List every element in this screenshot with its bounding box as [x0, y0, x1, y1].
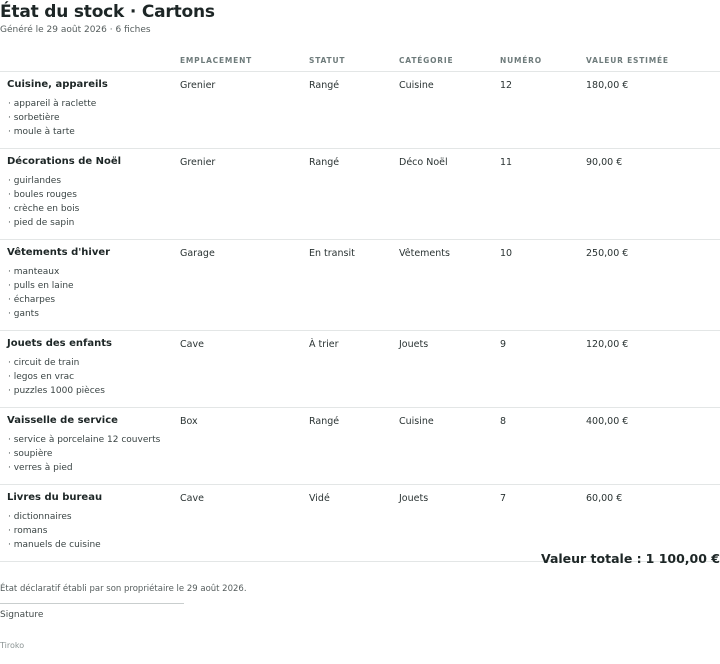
cell-value: 250,00 €: [586, 248, 629, 259]
cell-value: 180,00 €: [586, 80, 629, 91]
column-header-location: EMPLACEMENT: [180, 56, 253, 65]
box-contents-list: circuit de trainlegos en vracpuzzles 100…: [8, 356, 105, 398]
column-header-status: STATUT: [309, 56, 346, 65]
cell-location: Grenier: [180, 157, 216, 168]
signature-line: [0, 603, 184, 604]
cell-location: Cave: [180, 339, 204, 350]
box-name: Livres du bureau: [7, 492, 103, 503]
list-item: verres à pied: [8, 461, 160, 475]
cell-number: 10: [500, 248, 513, 259]
cell-location: Cave: [180, 493, 204, 504]
list-item: manteaux: [8, 265, 74, 279]
box-name: Décorations de Noël: [7, 156, 122, 167]
inventory-table: EMPLACEMENT STATUT CATÉGORIE NUMÉRO VALE…: [0, 50, 720, 562]
cell-status: Vidé: [309, 493, 330, 504]
cell-category: Cuisine: [399, 80, 434, 91]
cell-status: Rangé: [309, 157, 340, 168]
total-value: Valeur totale :1 100,00 €: [541, 551, 720, 566]
list-item: sorbetière: [8, 111, 96, 125]
box-name: Vêtements d'hiver: [7, 247, 111, 258]
box-name: Vaisselle de service: [7, 415, 118, 426]
cell-category: Jouets: [399, 493, 429, 504]
table-row: Jouets des enfants circuit de trainlegos …: [0, 331, 720, 408]
list-item: écharpes: [8, 293, 74, 307]
table-row: Vaisselle de service service à porcelaine…: [0, 408, 720, 485]
list-item: pied de sapin: [8, 216, 79, 230]
cell-category: Cuisine: [399, 416, 434, 427]
list-item: moule à tarte: [8, 125, 96, 139]
total-label: Valeur totale :: [540, 551, 642, 566]
cell-category: Jouets: [399, 339, 429, 350]
brand-name: Tiroko: [0, 641, 25, 650]
box-contents-list: manteauxpulls en laineécharpesgants: [8, 265, 74, 321]
list-item: manuels de cuisine: [8, 538, 101, 552]
list-item: dictionnaires: [8, 510, 101, 524]
cell-status: À trier: [309, 339, 339, 350]
cell-status: Rangé: [309, 416, 340, 427]
list-item: service à porcelaine 12 couverts: [8, 433, 161, 447]
list-item: guirlandes: [8, 174, 79, 188]
box-name: Cuisine, appareils: [7, 79, 108, 90]
cell-status: En transit: [309, 248, 355, 259]
table-row: Cuisine, appareils appareil à raclettesor…: [0, 72, 720, 149]
cell-status: Rangé: [309, 80, 340, 91]
cell-number: 8: [500, 416, 507, 427]
list-item: romans: [8, 524, 101, 538]
box-contents-list: service à porcelaine 12 couvertssoupière…: [8, 433, 161, 475]
column-header-number: NUMÉRO: [500, 56, 542, 65]
cell-category: Vêtements: [399, 248, 450, 259]
cell-location: Grenier: [180, 80, 216, 91]
box-name: Jouets des enfants: [7, 338, 112, 349]
list-item: pulls en laine: [8, 279, 74, 293]
total-amount: 1 100,00 €: [645, 551, 720, 566]
cell-number: 12: [500, 80, 513, 91]
column-header-value: VALEUR ESTIMÉE: [586, 56, 669, 65]
list-item: legos en vrac: [8, 370, 105, 384]
box-contents-list: dictionnairesromansmanuels de cuisine: [8, 510, 101, 552]
list-item: appareil à raclette: [8, 97, 97, 111]
cell-category: Déco Noël: [399, 157, 448, 168]
cell-value: 400,00 €: [586, 416, 629, 427]
table-header: EMPLACEMENT STATUT CATÉGORIE NUMÉRO VALE…: [0, 50, 720, 72]
table-body: Cuisine, appareils appareil à raclettesor…: [0, 72, 720, 562]
cell-value: 60,00 €: [586, 493, 623, 504]
cell-number: 9: [500, 339, 507, 350]
cell-number: 11: [500, 157, 513, 168]
cell-location: Box: [180, 416, 198, 427]
list-item: soupière: [8, 447, 160, 461]
signature-label: Signature: [0, 610, 44, 620]
table-row: Décorations de Noël guirlandesboules roug…: [0, 149, 720, 240]
page-subtitle: Généré le 29 août 2026 · 6 fiches: [0, 25, 151, 35]
page-title: État du stock · Cartons: [0, 2, 215, 22]
cell-value: 120,00 €: [586, 339, 629, 350]
cell-value: 90,00 €: [586, 157, 623, 168]
cell-number: 7: [500, 493, 507, 504]
list-item: crèche en bois: [8, 202, 80, 216]
list-item: circuit de train: [8, 356, 105, 370]
table-row: Vêtements d'hiver manteauxpulls en laineé…: [0, 240, 720, 331]
list-item: boules rouges: [8, 188, 79, 202]
list-item: puzzles 1000 pièces: [8, 384, 105, 398]
box-contents-list: appareil à raclettesorbetièremoule à tar…: [8, 97, 97, 139]
declaration-text: État déclaratif établi par son propriéta…: [0, 584, 247, 594]
list-item: gants: [8, 307, 74, 321]
cell-location: Garage: [180, 248, 215, 259]
column-header-category: CATÉGORIE: [399, 56, 454, 65]
box-contents-list: guirlandesboules rougescrèche en boispie…: [8, 174, 80, 230]
